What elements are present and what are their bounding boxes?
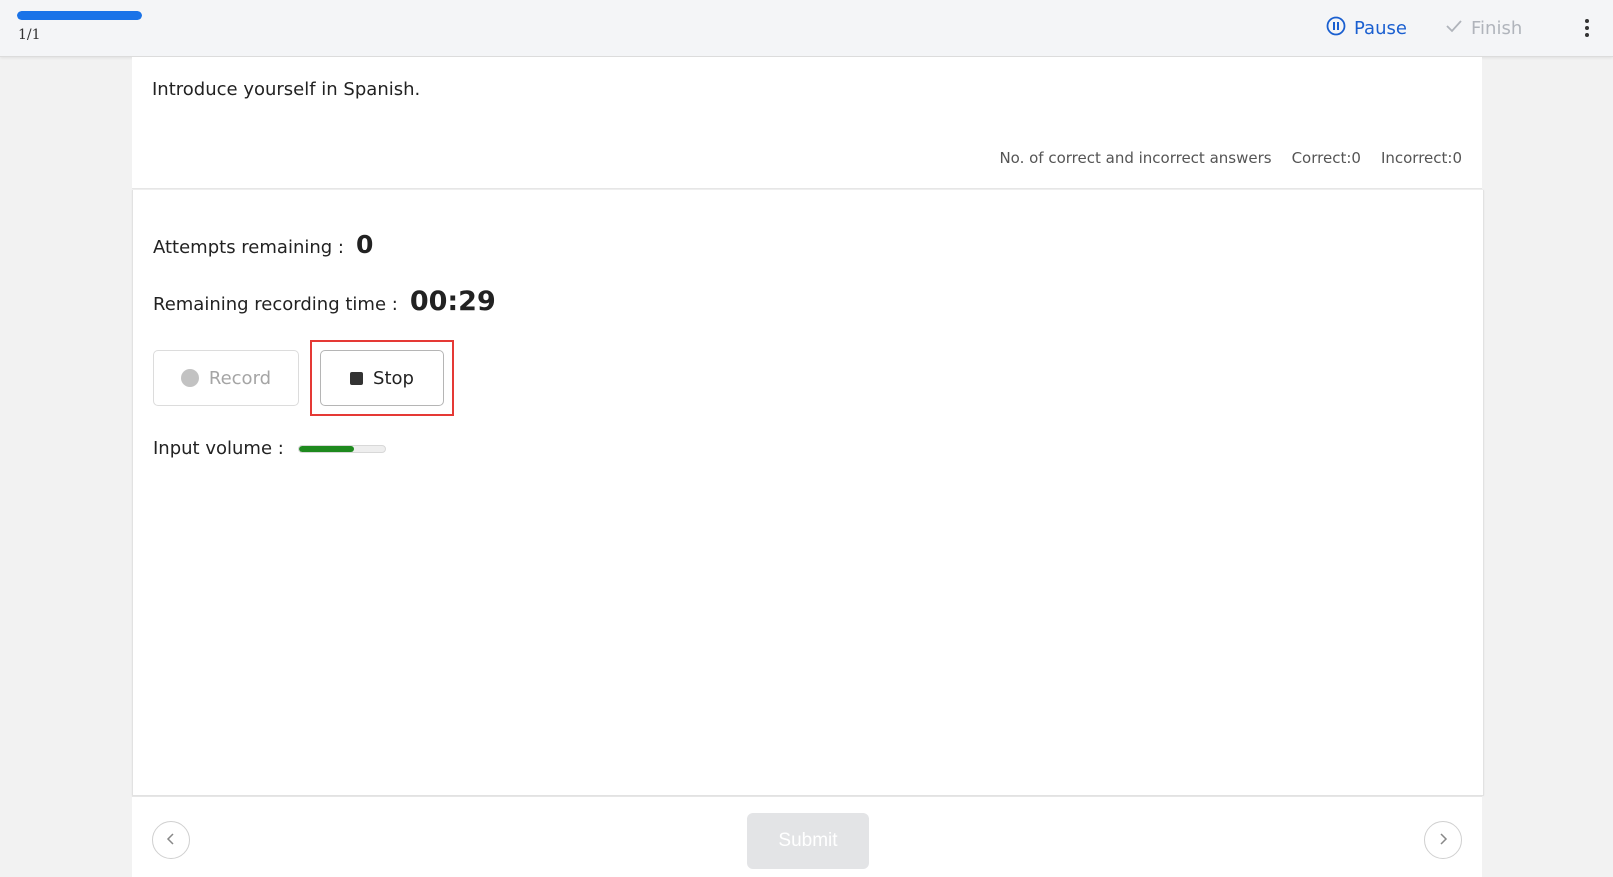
chevron-right-icon — [1436, 831, 1450, 850]
recording-time-label: Remaining recording time : — [153, 294, 398, 315]
correct-count: Correct:0 — [1291, 149, 1361, 167]
pause-icon — [1326, 16, 1346, 41]
more-options-icon[interactable] — [1580, 15, 1594, 41]
stop-label: Stop — [373, 367, 414, 389]
volume-label: Input volume : — [153, 438, 284, 459]
top-bar: 1/1 Pause Finish — [0, 0, 1613, 57]
stop-icon — [350, 371, 364, 385]
finish-label: Finish — [1471, 17, 1523, 39]
checkmark-icon — [1445, 17, 1463, 40]
stats-label: No. of correct and incorrect answers — [999, 149, 1272, 167]
volume-meter — [297, 444, 386, 453]
attempts-label: Attempts remaining : — [153, 237, 344, 258]
finish-button[interactable]: Finish — [1445, 15, 1522, 41]
input-volume: Input volume : — [153, 438, 386, 459]
attempts-value: 0 — [355, 230, 374, 259]
submit-button[interactable]: Submit — [747, 813, 869, 869]
answer-stats: No. of correct and incorrect answers Cor… — [999, 149, 1462, 167]
record-label: Record — [208, 367, 272, 389]
recording-time-value: 00:29 — [409, 286, 496, 317]
previous-button[interactable] — [152, 821, 190, 859]
progress-bar-fill — [17, 11, 142, 20]
attempts-remaining: Attempts remaining : 0 — [153, 230, 373, 259]
volume-meter-fill — [298, 445, 354, 452]
record-button[interactable]: Record — [153, 350, 299, 406]
answer-panel: Attempts remaining : 0 Remaining recordi… — [132, 190, 1484, 796]
pause-label: Pause — [1354, 17, 1407, 39]
question-text: Introduce yourself in Spanish. — [152, 79, 421, 100]
record-dot-icon — [180, 369, 199, 387]
next-button[interactable] — [1424, 821, 1462, 859]
incorrect-count: Incorrect:0 — [1380, 149, 1462, 167]
remaining-recording-time: Remaining recording time : 00:29 — [153, 286, 496, 317]
pause-button[interactable]: Pause — [1326, 15, 1407, 41]
footer-bar: Submit — [132, 796, 1482, 877]
chevron-left-icon — [164, 831, 178, 850]
stop-button[interactable]: Stop — [320, 350, 444, 406]
progress-bar — [17, 11, 142, 20]
progress-text: 1/1 — [18, 27, 41, 43]
question-panel: Introduce yourself in Spanish. No. of co… — [132, 57, 1482, 189]
